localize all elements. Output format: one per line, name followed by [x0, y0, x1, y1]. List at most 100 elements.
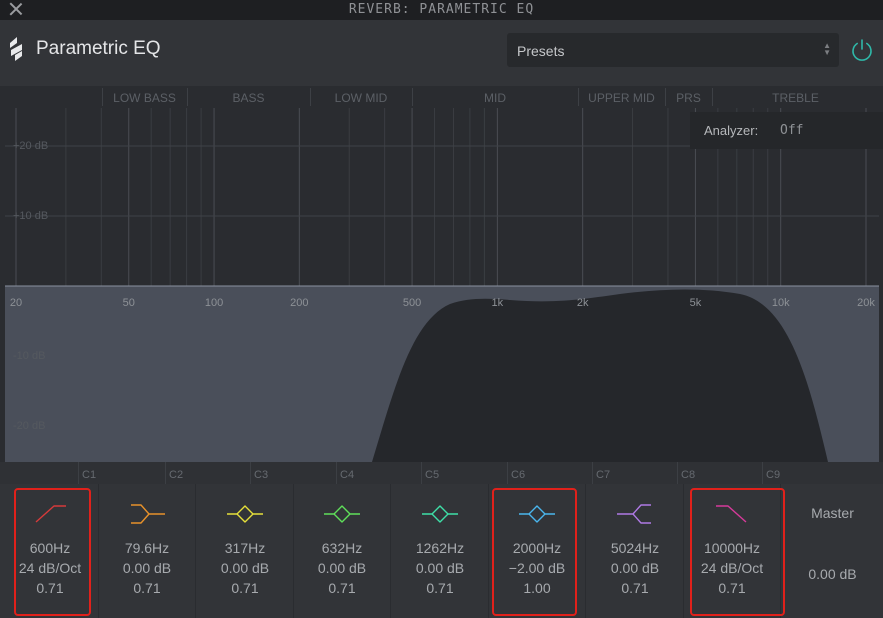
band-label: LOW MID [334, 91, 388, 105]
channel-divider [250, 462, 251, 484]
channel-divider [507, 462, 508, 484]
channel-divider [78, 462, 79, 484]
channel-label[interactable]: C7 [596, 469, 610, 481]
eq-band-4[interactable]: 632Hz 0.00 dB 0.71 [294, 484, 391, 618]
plugin-header: Parametric EQ Presets ▲ ▼ [0, 20, 883, 86]
channel-label[interactable]: C1 [82, 469, 96, 481]
band-separator [102, 88, 103, 106]
channel-label[interactable]: C8 [681, 469, 695, 481]
band-q[interactable]: 0.71 [684, 580, 780, 596]
frequency-label: 20k [857, 297, 875, 309]
window-titlebar: REVERB: PARAMETRIC EQ [0, 0, 883, 20]
channel-divider [336, 462, 337, 484]
channel-divider [592, 462, 593, 484]
band-separator [187, 88, 188, 106]
channel-label[interactable]: C3 [254, 469, 268, 481]
frequency-label: 1k [491, 297, 504, 309]
channel-label[interactable]: C4 [340, 469, 354, 481]
app-title: Parametric EQ [36, 38, 161, 59]
band-frequency[interactable]: 632Hz [294, 540, 390, 556]
band-separator [712, 88, 713, 106]
db-label: +20 dB [13, 140, 49, 152]
low-pass-filter-icon[interactable] [684, 496, 780, 526]
band-gain[interactable]: 24 dB/Oct [684, 560, 780, 576]
band-frequency[interactable]: 79.6Hz [99, 540, 195, 556]
band-frequency[interactable]: 600Hz [2, 540, 98, 556]
channel-label[interactable]: C5 [425, 469, 439, 481]
eq-band-8[interactable]: 10000Hz 24 dB/Oct 0.71 [684, 484, 781, 618]
eq-band-6[interactable]: 2000Hz −2.00 dB 1.00 [489, 484, 586, 618]
master-label: Master [811, 505, 854, 521]
channel-divider [165, 462, 166, 484]
band-q[interactable]: 0.71 [2, 580, 98, 596]
band-q[interactable]: 1.00 [489, 580, 585, 596]
eq-graph[interactable]: LOW BASS BASS LOW MID MID UPPER MID PRS TREBLE… [0, 86, 883, 462]
band-q[interactable]: 0.71 [294, 580, 390, 596]
master-gain-value[interactable]: 0.00 dB [782, 566, 883, 582]
band-gain[interactable]: 0.00 dB [197, 560, 293, 576]
presets-label: Presets [517, 43, 565, 59]
db-label: -20 dB [13, 420, 46, 432]
master-section[interactable]: Master 0.00 dB [782, 484, 883, 618]
band-gain[interactable]: −2.00 dB [489, 560, 585, 576]
band-gain[interactable]: 24 dB/Oct [2, 560, 98, 576]
frequency-label: 200 [290, 297, 309, 309]
channel-label[interactable]: C9 [766, 469, 780, 481]
band-separator [578, 88, 579, 106]
bell-filter-icon[interactable] [392, 496, 488, 526]
band-frequency[interactable]: 317Hz [197, 540, 293, 556]
channel-divider [421, 462, 422, 484]
chevron-updown-icon: ▲ ▼ [823, 41, 831, 57]
eq-band-7[interactable]: 5024Hz 0.00 dB 0.71 [587, 484, 684, 618]
eq-band-3[interactable]: 317Hz 0.00 dB 0.71 [197, 484, 294, 618]
channel-divider [677, 462, 678, 484]
band-separator [412, 88, 413, 106]
band-frequency[interactable]: 1262Hz [392, 540, 488, 556]
band-separator [665, 88, 666, 106]
frequency-label: 100 [204, 297, 224, 309]
bell-filter-icon[interactable] [197, 496, 293, 526]
db-label: -10 dB [13, 350, 46, 362]
band-label: MID [484, 91, 506, 105]
channel-label[interactable]: C2 [169, 469, 183, 481]
analyzer-value[interactable]: Off [780, 123, 803, 138]
band-gain[interactable]: 0.00 dB [587, 560, 683, 576]
frequency-label: 500 [402, 297, 422, 309]
analyzer-control[interactable]: Analyzer: Off [690, 112, 883, 149]
frequency-label: 5k [689, 297, 702, 309]
band-gain[interactable]: 0.00 dB [99, 560, 195, 576]
band-gain[interactable]: 0.00 dB [392, 560, 488, 576]
band-frequency[interactable]: 5024Hz [587, 540, 683, 556]
window-title: REVERB: PARAMETRIC EQ [348, 2, 535, 17]
band-label: TREBLE [772, 91, 819, 105]
band-frequency[interactable]: 2000Hz [489, 540, 585, 556]
eq-band-1[interactable]: 600Hz 24 dB/Oct 0.71 [2, 484, 99, 618]
eq-band-5[interactable]: 1262Hz 0.00 dB 0.71 [392, 484, 489, 618]
channel-divider [762, 462, 763, 484]
bell-filter-icon[interactable] [294, 496, 390, 526]
frequency-label: 10k [771, 297, 790, 309]
bolt-logo-icon [10, 37, 22, 61]
frequency-label: 20 [9, 297, 23, 309]
band-separator [310, 88, 311, 106]
bell-filter-icon[interactable] [489, 496, 585, 526]
band-gain[interactable]: 0.00 dB [294, 560, 390, 576]
frequency-label: 50 [122, 297, 135, 309]
eq-band-2[interactable]: 79.6Hz 0.00 dB 0.71 [99, 484, 196, 618]
channel-label[interactable]: C6 [511, 469, 525, 481]
band-q[interactable]: 0.71 [587, 580, 683, 596]
high-pass-filter-icon[interactable] [2, 496, 98, 526]
band-q[interactable]: 0.71 [392, 580, 488, 596]
band-label: PRS [676, 91, 701, 105]
presets-dropdown[interactable]: Presets ▲ ▼ [507, 33, 839, 67]
band-q[interactable]: 0.71 [197, 580, 293, 596]
channel-row: C1 C2 C3 C4 C5 C6 C7 C8 C9 [0, 462, 883, 484]
power-icon[interactable] [849, 37, 875, 63]
band-frequency[interactable]: 10000Hz [684, 540, 780, 556]
band-label: BASS [232, 91, 265, 105]
low-shelf-filter-icon[interactable] [99, 496, 195, 526]
band-label: UPPER MID [588, 91, 655, 105]
high-shelf-filter-icon[interactable] [587, 496, 683, 526]
frequency-label: 2k [576, 297, 589, 309]
band-q[interactable]: 0.71 [99, 580, 195, 596]
